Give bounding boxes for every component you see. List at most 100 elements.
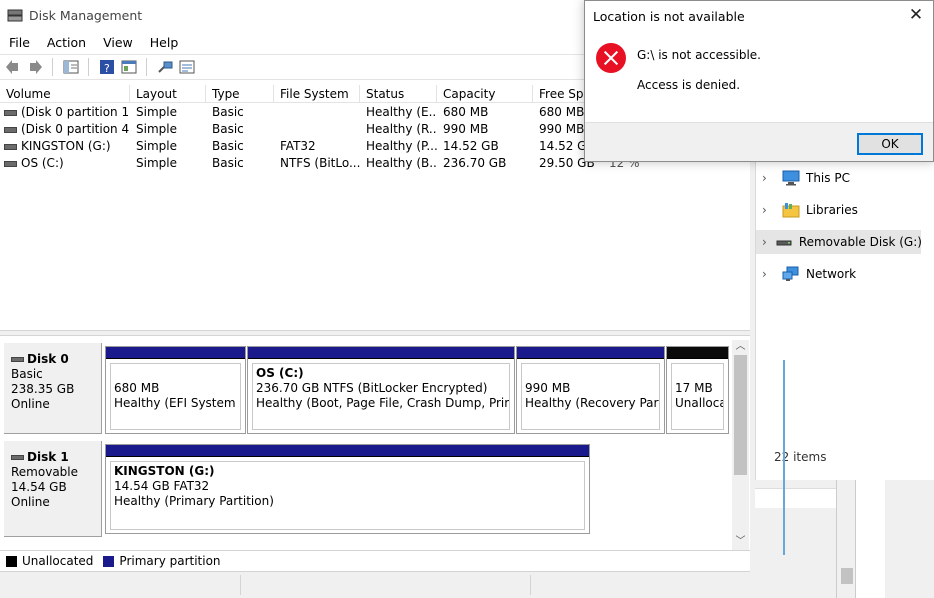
legend-primary: Primary partition <box>119 554 221 568</box>
tree-item-removable-disk[interactable]: › Removable Disk (G:) <box>756 230 922 254</box>
disk-1-label[interactable]: Disk 1 Removable 14.54 GB Online <box>3 440 103 538</box>
chevron-right-icon[interactable]: › <box>762 171 774 185</box>
cell-volume: OS (C:) <box>21 156 64 170</box>
disk-size: 238.35 GB <box>11 382 75 396</box>
toolbar-separator <box>88 58 89 76</box>
settings-icon[interactable] <box>178 58 196 76</box>
disk-name: Disk 1 <box>27 450 69 464</box>
error-dialog: Location is not available ✕ G:\ is not a… <box>584 0 934 162</box>
cell-capacity: 990 MB <box>443 122 489 136</box>
disk-state: Online <box>11 495 50 509</box>
scrollbar-thumb[interactable] <box>841 568 853 584</box>
cell-layout: Simple <box>136 122 177 136</box>
partition-recovery[interactable]: 990 MB Healthy (Recovery Partitic <box>516 346 665 434</box>
disk-size: 14.54 GB <box>11 480 67 494</box>
partition-status: Healthy (Recovery Partitic <box>525 396 659 410</box>
computer-icon <box>782 170 800 186</box>
scrollbar-thumb[interactable] <box>734 355 747 475</box>
chevron-right-icon[interactable]: › <box>762 267 774 281</box>
partition-size: 680 MB <box>114 381 160 395</box>
drive-icon <box>4 143 17 150</box>
cell-status: Healthy (B... <box>366 156 437 170</box>
cell-status: Healthy (R... <box>366 122 437 136</box>
status-bar <box>0 571 750 598</box>
disk-icon <box>11 357 24 362</box>
menu-help[interactable]: Help <box>141 35 187 50</box>
cell-layout: Simple <box>136 139 177 153</box>
dialog-message: G:\ is not accessible. <box>637 48 761 62</box>
cell-volume: (Disk 0 partition 4) <box>21 122 130 136</box>
properties-icon[interactable] <box>120 58 138 76</box>
tree-item-network[interactable]: › Network <box>756 262 921 286</box>
chevron-down-icon[interactable]: ﹀ <box>734 536 747 548</box>
ok-button[interactable]: OK <box>857 133 923 155</box>
cell-volume: (Disk 0 partition 1) <box>21 105 130 119</box>
network-icon <box>782 266 800 282</box>
chevron-right-icon[interactable]: › <box>762 203 774 217</box>
drive-icon <box>4 160 17 167</box>
drive-icon <box>4 126 17 133</box>
partition-bar <box>106 347 245 359</box>
column-header-file-system[interactable]: File System <box>274 85 360 103</box>
partition-unallocated[interactable]: 17 MB Unallocat <box>666 346 729 434</box>
partition-bar <box>106 445 589 457</box>
menu-file[interactable]: File <box>0 35 38 50</box>
menu-action[interactable]: Action <box>38 35 94 50</box>
legend: Unallocated Primary partition <box>0 550 750 571</box>
cell-status: Healthy (P... <box>366 139 437 153</box>
disk-0-label[interactable]: Disk 0 Basic 238.35 GB Online <box>3 342 103 435</box>
removable-drive-icon <box>775 234 793 250</box>
cell-layout: Simple <box>136 105 177 119</box>
chevron-right-icon[interactable]: › <box>762 235 767 249</box>
column-header-volume[interactable]: Volume <box>0 85 130 103</box>
cell-type: Basic <box>212 139 244 153</box>
console-tree-icon[interactable] <box>62 58 80 76</box>
chevron-up-icon[interactable]: ︿ <box>734 341 747 353</box>
close-icon[interactable]: ✕ <box>908 6 924 24</box>
partition-title <box>675 366 723 381</box>
disk-kind: Basic <box>11 367 43 381</box>
libraries-icon <box>782 202 800 218</box>
window-title: Disk Management <box>29 7 143 23</box>
partition-bar <box>667 347 728 359</box>
partition-size: 14.54 GB FAT32 <box>114 479 210 493</box>
column-header-type[interactable]: Type <box>206 85 274 103</box>
back-icon[interactable] <box>4 58 22 76</box>
cell-file-system: FAT32 <box>280 139 316 153</box>
tree-item-label: Removable Disk (G:) <box>798 235 922 249</box>
help-icon[interactable]: ? <box>98 58 116 76</box>
status-segment <box>240 575 241 595</box>
vertical-scrollbar[interactable] <box>836 480 856 598</box>
partition-size: 17 MB <box>675 381 713 395</box>
tree-item-libraries[interactable]: › Libraries <box>756 198 921 222</box>
column-header-layout[interactable]: Layout <box>130 85 206 103</box>
disk-icon <box>11 455 24 460</box>
partition-os-c[interactable]: OS (C:) 236.70 GB NTFS (BitLocker Encryp… <box>247 346 515 434</box>
connect-icon[interactable] <box>156 58 174 76</box>
cell-type: Basic <box>212 105 244 119</box>
partition-title <box>114 366 240 381</box>
tree-item-label: Libraries <box>806 203 858 217</box>
forward-icon[interactable] <box>26 58 44 76</box>
tree-item-this-pc[interactable]: › This PC <box>756 166 921 190</box>
partition-kingston-g[interactable]: KINGSTON (G:) 14.54 GB FAT32 Healthy (Pr… <box>105 444 590 534</box>
window-border <box>783 360 785 555</box>
cell-capacity: 14.52 GB <box>443 139 499 153</box>
disk-graphical-view: Disk 0 Basic 238.35 GB Online 680 MB Hea… <box>0 336 750 550</box>
cell-capacity: 236.70 GB <box>443 156 507 170</box>
tree-item-label: Network <box>806 267 857 281</box>
toolbar-separator <box>52 58 53 76</box>
toolbar-separator <box>146 58 147 76</box>
menu-view[interactable]: View <box>94 35 141 50</box>
column-header-status[interactable]: Status <box>360 85 437 103</box>
legend-unallocated: Unallocated <box>22 554 94 568</box>
graphical-view-scrollbar[interactable]: ︿ ﹀ <box>732 340 749 550</box>
partition-status: Healthy (EFI System Part <box>114 396 240 410</box>
column-header-capacity[interactable]: Capacity <box>437 85 533 103</box>
disk-name: Disk 0 <box>27 352 69 366</box>
partition-efi[interactable]: 680 MB Healthy (EFI System Part <box>105 346 246 434</box>
partition-status: Healthy (Boot, Page File, Crash Dump, Pr… <box>256 396 509 410</box>
partition-bar <box>517 347 664 359</box>
cell-layout: Simple <box>136 156 177 170</box>
partition-status: Unallocat <box>675 396 723 410</box>
